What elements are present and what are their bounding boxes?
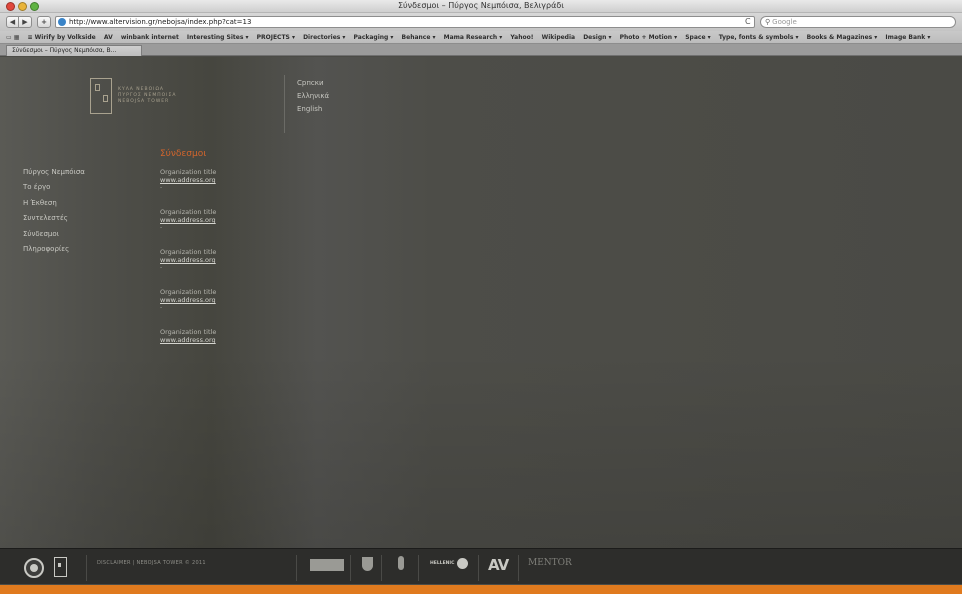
hellenic-logo[interactable]: HELLENIC <box>430 561 454 566</box>
bookmark-item[interactable]: Design ▾ <box>583 31 611 43</box>
forward-button[interactable]: ▶ <box>19 16 32 28</box>
link-url[interactable]: www.address.org <box>160 216 216 224</box>
link-title: Organization title <box>160 208 217 216</box>
main-nav: Πύργος Νεμπόισα Το έργο Η Έκθεση Συντελε… <box>23 168 85 260</box>
language-serbian[interactable]: Српски <box>297 79 324 87</box>
nav-item-info[interactable]: Πληροφορίες <box>23 245 85 260</box>
mentor-logo[interactable]: MENTOR <box>528 558 572 568</box>
bookmark-item[interactable]: Yahoo! <box>510 31 533 43</box>
link-dash: - <box>160 184 163 191</box>
list-item: Organization title www.address.org - <box>160 168 216 208</box>
bookmark-item[interactable]: Space ▾ <box>685 31 710 43</box>
web-page: ΚΥΛΑ ΝΕΒΟΙΩΑ ΠΥΡΓΟΣ ΝΕΜΠΟΙΣΑ NEBOJŠA TOW… <box>0 57 962 548</box>
address-bar[interactable]: http://www.altervision.gr/nebojsa/index.… <box>55 16 755 28</box>
footer-divider <box>518 555 519 581</box>
seal-icon[interactable] <box>24 558 44 578</box>
tab-bar: Σύνδεσμοι – Πύργος Νεμπόισα, Β... <box>0 44 962 56</box>
bookmark-item[interactable]: Directories ▾ <box>303 31 345 43</box>
link-title: Organization title <box>160 248 217 256</box>
language-divider <box>284 75 285 133</box>
bookmark-item[interactable]: winbank internet <box>121 31 179 43</box>
footer-divider <box>350 555 351 581</box>
link-title: Organization title <box>160 328 217 336</box>
footer-divider <box>478 555 479 581</box>
link-url[interactable]: www.address.org <box>160 296 216 304</box>
tab-active[interactable]: Σύνδεσμοι – Πύργος Νεμπόισα, Β... <box>6 45 142 56</box>
link-dash: - <box>160 304 163 311</box>
disclaimer-link[interactable]: DISCLAIMER | NEBOJSA TOWER © 2011 <box>97 560 206 566</box>
bookmarks-icon[interactable]: ▭ ▦ <box>6 31 19 43</box>
footer-divider <box>296 555 297 581</box>
site-logo[interactable]: ΚΥΛΑ ΝΕΒΟΙΩΑ ΠΥΡΓΟΣ ΝΕΜΠΟΙΣΑ NEBOJŠA TOW… <box>90 78 210 122</box>
footer-divider <box>418 555 419 581</box>
nav-item-links[interactable]: Σύνδεσμοι <box>23 230 85 245</box>
reload-button[interactable]: C <box>745 17 751 26</box>
links-list: Organization title www.address.org - Org… <box>160 168 216 368</box>
footer-divider <box>381 555 382 581</box>
logo-text: ΚΥΛΑ ΝΕΒΟΙΩΑ ΠΥΡΓΟΣ ΝΕΜΠΟΙΣΑ NEBOJŠA TOW… <box>118 87 176 105</box>
partner-emblem-icon[interactable] <box>398 556 404 570</box>
bookmark-item[interactable]: Wikipedia <box>542 31 576 43</box>
page-shade <box>0 57 962 548</box>
bookmark-item[interactable]: Behance ▾ <box>402 31 436 43</box>
search-placeholder: Google <box>772 18 797 26</box>
link-dash: - <box>160 264 163 271</box>
tower-icon <box>90 78 112 114</box>
search-input[interactable]: ⚲ Google <box>760 16 956 28</box>
list-item: Organization title www.address.org - <box>160 208 216 248</box>
bookmark-item[interactable]: PROJECTS ▾ <box>257 31 295 43</box>
av-logo[interactable]: AV <box>488 556 509 574</box>
logo-line: NEBOJŠA TOWER <box>118 99 170 104</box>
footer-divider <box>86 555 87 581</box>
partner-logo-icon[interactable] <box>310 559 344 571</box>
nav-item-contributors[interactable]: Συντελεστές <box>23 214 85 229</box>
nav-item-tower[interactable]: Πύργος Νεμπόισα <box>23 168 85 183</box>
link-url[interactable]: www.address.org <box>160 176 216 184</box>
hellenic-emblem-icon <box>457 558 468 569</box>
bookmark-item[interactable]: Type, fonts & symbols ▾ <box>719 31 799 43</box>
window-title: Σύνδεσμοι – Πύργος Νεμπόισα, Βελιγράδι <box>398 1 564 10</box>
link-title: Organization title <box>160 168 217 176</box>
tower-icon[interactable] <box>54 557 67 577</box>
link-url[interactable]: www.address.org <box>160 336 216 344</box>
window-titlebar: Σύνδεσμοι – Πύργος Νεμπόισα, Βελιγράδι <box>0 0 962 13</box>
language-greek[interactable]: Ελληνικά <box>297 92 329 100</box>
list-item: Organization title www.address.org - <box>160 248 216 288</box>
add-bookmark-button[interactable]: + <box>37 16 51 28</box>
bookmark-item[interactable]: Mama Research ▾ <box>444 31 503 43</box>
page-footer: DISCLAIMER | NEBOJSA TOWER © 2011 HELLEN… <box>0 548 962 584</box>
address-text: http://www.altervision.gr/nebojsa/index.… <box>69 18 252 26</box>
list-item: Organization title www.address.org <box>160 328 216 368</box>
link-dash: - <box>160 224 163 231</box>
search-icon: ⚲ <box>765 18 771 26</box>
bookmark-item[interactable]: AV <box>104 31 113 43</box>
nav-item-exhibition[interactable]: Η Έκθεση <box>23 199 85 214</box>
bookmark-item[interactable]: Image Bank ▾ <box>885 31 930 43</box>
page-title: Σύνδεσμοι <box>160 149 207 159</box>
link-title: Organization title <box>160 288 217 296</box>
accent-bar <box>0 585 962 594</box>
link-url[interactable]: www.address.org <box>160 256 216 264</box>
language-english[interactable]: English <box>297 105 322 113</box>
list-item: Organization title www.address.org - <box>160 288 216 328</box>
bookmark-item[interactable]: Interesting Sites ▾ <box>187 31 249 43</box>
bookmark-item[interactable]: ≡ Wirify by Volkside <box>28 31 96 43</box>
nav-item-project[interactable]: Το έργο <box>23 183 85 198</box>
bookmarks-bar: ▭ ▦ ≡ Wirify by Volkside AV winbank inte… <box>0 31 962 44</box>
bookmark-item[interactable]: Photo + Motion ▾ <box>620 31 678 43</box>
bookmark-item[interactable]: Packaging ▾ <box>354 31 394 43</box>
back-button[interactable]: ◀ <box>6 16 19 28</box>
browser-toolbar: ◀ ▶ + http://www.altervision.gr/nebojsa/… <box>0 13 962 31</box>
coat-of-arms-icon[interactable] <box>362 557 373 571</box>
globe-icon <box>58 18 66 26</box>
bookmark-item[interactable]: Books & Magazines ▾ <box>807 31 878 43</box>
